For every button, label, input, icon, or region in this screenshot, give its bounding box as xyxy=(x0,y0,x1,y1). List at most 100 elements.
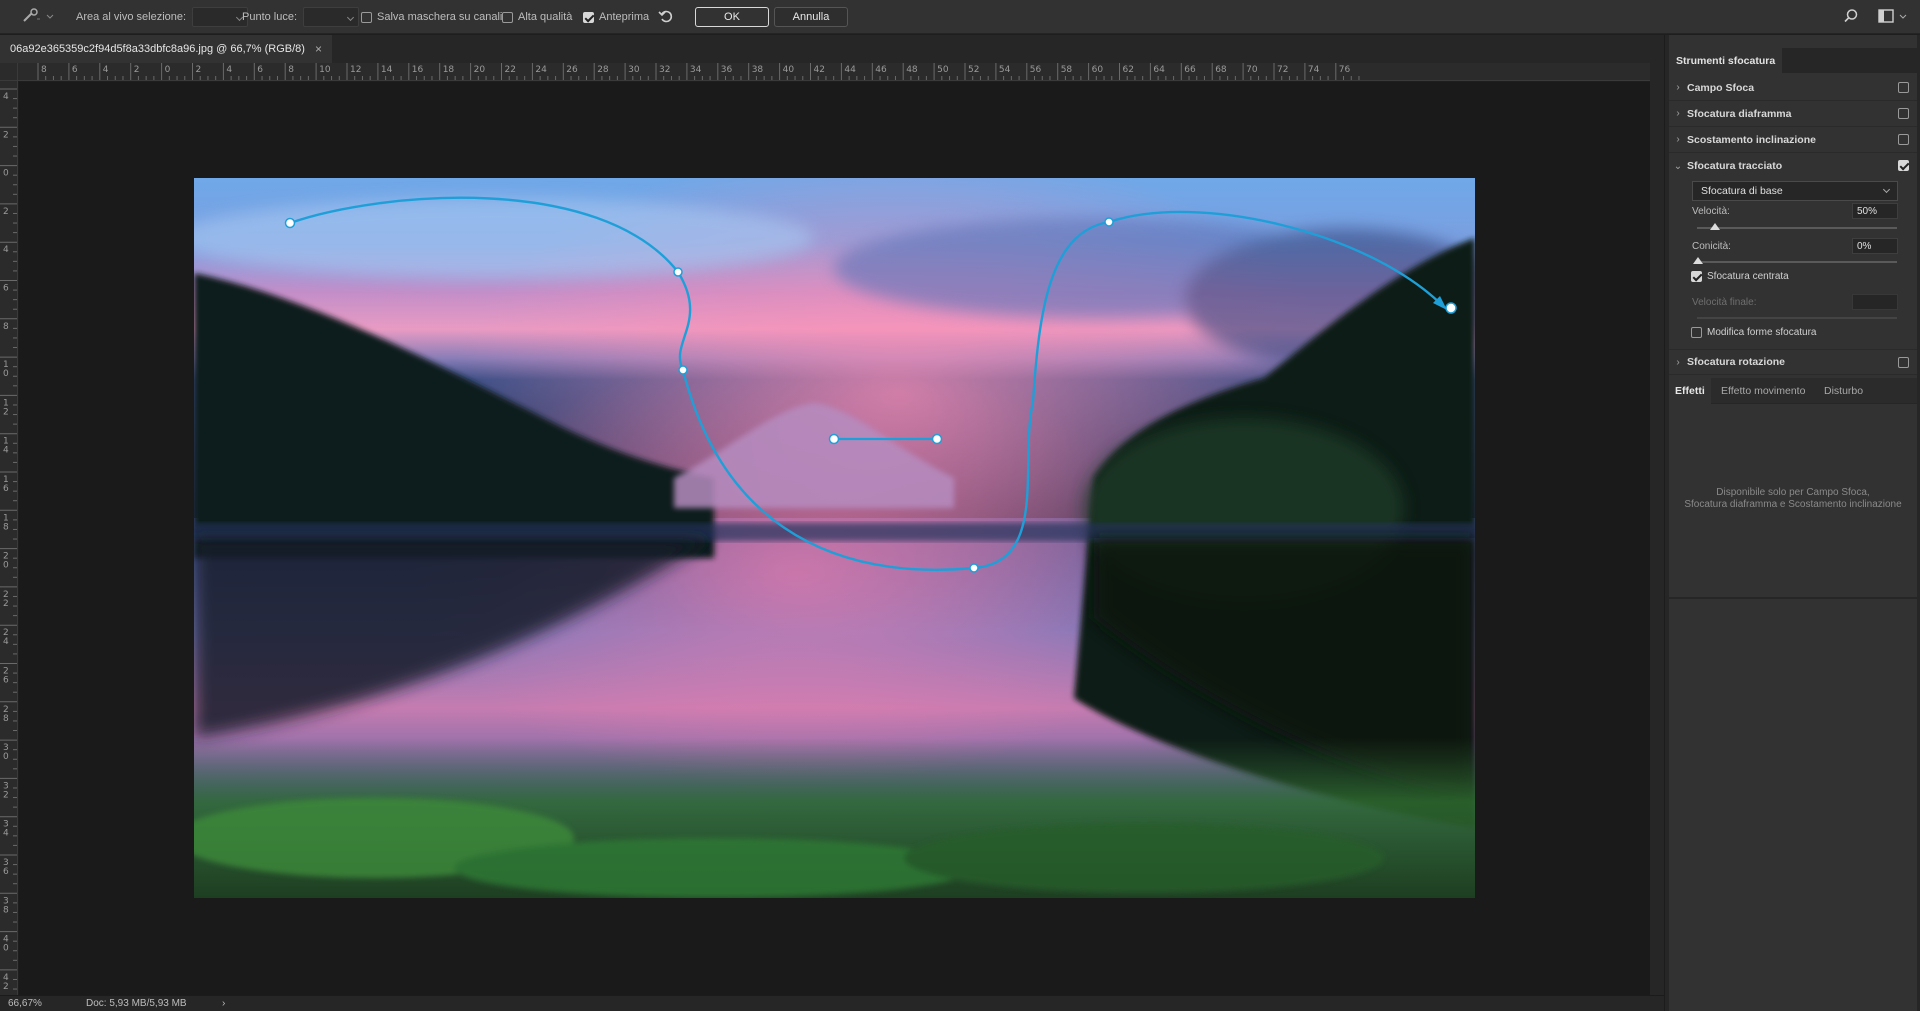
vertical-ruler[interactable]: 4202468101214161820222426283032343638404… xyxy=(0,81,18,995)
ruler-label: 72 xyxy=(1277,65,1288,75)
ruler-label: 2 xyxy=(3,790,9,800)
section-spin-blur[interactable]: › Sfocatura rotazione xyxy=(1669,349,1917,375)
ruler-label: 0 xyxy=(165,65,171,75)
chevron-right-icon: › xyxy=(1676,108,1680,119)
path-anchor-point[interactable] xyxy=(1104,217,1114,227)
zoom-level[interactable]: 66,67% xyxy=(8,998,42,1009)
document-canvas[interactable] xyxy=(19,82,1650,995)
chevron-down-icon xyxy=(1899,11,1907,23)
field-blur-checkbox[interactable] xyxy=(1898,82,1909,93)
iris-blur-checkbox[interactable] xyxy=(1898,108,1909,119)
path-anchor-point[interactable] xyxy=(1445,302,1457,314)
speed-slider-track[interactable] xyxy=(1697,227,1897,229)
centered-blur-checkbox[interactable] xyxy=(1691,271,1702,282)
blur-path-curve[interactable] xyxy=(289,196,1445,571)
document-tab[interactable]: 06a92e365359c2f94d5f8a33dbfc8a96.jpg @ 6… xyxy=(0,35,332,63)
horizontal-ruler[interactable]: 8 6 4 2 0 2 4 6 8 10 12 14 16 18 20 22 24 26 28 30 32 34 36 38 4… xyxy=(18,63,1650,81)
ruler-label: 30 xyxy=(628,65,640,75)
ruler-label: 38 xyxy=(752,65,764,75)
ruler-label: 56 xyxy=(1030,65,1042,75)
ruler-label: 0 xyxy=(3,561,9,571)
path-blur-checkbox[interactable] xyxy=(1898,160,1909,171)
path-anchor-point[interactable] xyxy=(931,433,943,445)
status-menu-arrow[interactable]: › xyxy=(222,998,225,1009)
high-quality-toggle[interactable]: Alta qualità xyxy=(502,0,572,34)
speed-label: Velocità: xyxy=(1692,206,1730,217)
section-tilt-shift[interactable]: › Scostamento inclinazione xyxy=(1669,127,1917,153)
centered-blur-toggle[interactable]: Sfocatura centrata xyxy=(1691,271,1789,282)
effects-body: Disponibile solo per Campo Sfoca, Sfocat… xyxy=(1669,404,1917,599)
ruler-label: 74 xyxy=(1308,65,1320,75)
ruler-label: 20 xyxy=(474,65,486,75)
tab-effects[interactable]: Effetti xyxy=(1669,378,1711,404)
blur-path-overlay[interactable] xyxy=(19,82,1650,995)
close-tab-icon[interactable]: × xyxy=(315,42,322,56)
path-blur-tool-icon xyxy=(20,7,42,28)
taper-input[interactable]: 0% xyxy=(1852,238,1898,254)
ruler-label: 62 xyxy=(1123,65,1134,75)
ruler-label: 6 xyxy=(257,65,263,75)
preview-toggle[interactable]: Anteprima xyxy=(583,0,649,34)
panel-body: Strumenti sfocatura › Campo Sfoca › Sfoc… xyxy=(1669,35,1917,1011)
section-path-blur[interactable]: ⌄ Sfocatura tracciato xyxy=(1669,153,1917,179)
tilt-shift-checkbox[interactable] xyxy=(1898,134,1909,145)
taper-slider-thumb[interactable] xyxy=(1693,257,1703,264)
high-quality-label: Alta qualità xyxy=(518,11,573,23)
path-anchor-point[interactable] xyxy=(828,433,840,445)
edit-shapes-toggle[interactable]: Modifica forme sfocatura xyxy=(1691,327,1817,338)
ruler-label: 14 xyxy=(381,65,393,75)
tool-preset-picker[interactable] xyxy=(20,0,54,34)
highlight-select[interactable] xyxy=(303,7,360,27)
path-anchor-point[interactable] xyxy=(284,217,296,229)
ruler-label: 26 xyxy=(566,65,578,75)
ruler-corner xyxy=(0,63,18,81)
search-icon xyxy=(1843,8,1859,27)
blur-type-select[interactable]: Sfocatura di base xyxy=(1692,181,1898,201)
tab-blur-tools[interactable]: Strumenti sfocatura xyxy=(1669,48,1783,73)
ruler-label: 2 xyxy=(3,207,9,217)
spin-blur-checkbox[interactable] xyxy=(1898,357,1909,368)
chevron-down-icon xyxy=(46,11,54,23)
ruler-label: 2 xyxy=(3,130,9,140)
search-button[interactable] xyxy=(1843,0,1859,34)
ruler-label: 44 xyxy=(844,65,856,75)
ruler-label: 6 xyxy=(3,676,9,686)
ruler-label: 24 xyxy=(535,65,547,75)
tab-noise[interactable]: Disturbo xyxy=(1818,378,1869,404)
reset-button[interactable] xyxy=(657,0,675,34)
effects-note-line-2: Sfocatura diaframma e Scostamento inclin… xyxy=(1684,499,1902,510)
tab-motion-effects[interactable]: Effetto movimento xyxy=(1715,378,1811,404)
section-iris-blur[interactable]: › Sfocatura diaframma xyxy=(1669,101,1917,127)
path-anchor-point[interactable] xyxy=(673,267,683,277)
ruler-label: 8 xyxy=(3,714,9,724)
live-area-label: Area al vivo selezione: xyxy=(76,11,187,23)
live-area-select[interactable] xyxy=(192,7,249,27)
section-title: Sfocatura tracciato xyxy=(1687,160,1783,172)
path-anchor-point[interactable] xyxy=(969,563,979,573)
edit-shapes-checkbox[interactable] xyxy=(1691,327,1702,338)
save-mask-checkbox[interactable] xyxy=(361,11,372,23)
path-anchor-point[interactable] xyxy=(678,365,688,375)
ruler-label: 40 xyxy=(783,65,795,75)
ruler-label: 34 xyxy=(690,65,702,75)
workspace-button[interactable] xyxy=(1878,0,1907,34)
ruler-label: 0 xyxy=(3,369,9,379)
ok-button[interactable]: OK xyxy=(695,7,769,27)
section-field-blur[interactable]: › Campo Sfoca xyxy=(1669,75,1917,101)
high-quality-checkbox[interactable] xyxy=(502,11,513,23)
preview-checkbox[interactable] xyxy=(583,11,594,23)
ruler-label: 2 xyxy=(3,599,9,609)
speed-slider-thumb[interactable] xyxy=(1710,223,1720,230)
ruler-label: 70 xyxy=(1246,65,1258,75)
ruler-label: 8 xyxy=(3,522,9,532)
section-title: Sfocatura rotazione xyxy=(1687,356,1786,368)
speed-input[interactable]: 50% xyxy=(1852,203,1898,219)
taper-slider-track[interactable] xyxy=(1697,261,1897,263)
cancel-button[interactable]: Annulla xyxy=(774,7,848,27)
preview-label: Anteprima xyxy=(599,11,650,23)
effects-note-line-1: Disponibile solo per Campo Sfoca, xyxy=(1716,487,1870,498)
vertical-scrollbar[interactable] xyxy=(1650,63,1664,995)
save-mask-toggle[interactable]: Salva maschera su canali xyxy=(361,0,502,34)
ruler-label: 12 xyxy=(350,65,361,75)
panel-empty-area xyxy=(1669,601,1917,1011)
